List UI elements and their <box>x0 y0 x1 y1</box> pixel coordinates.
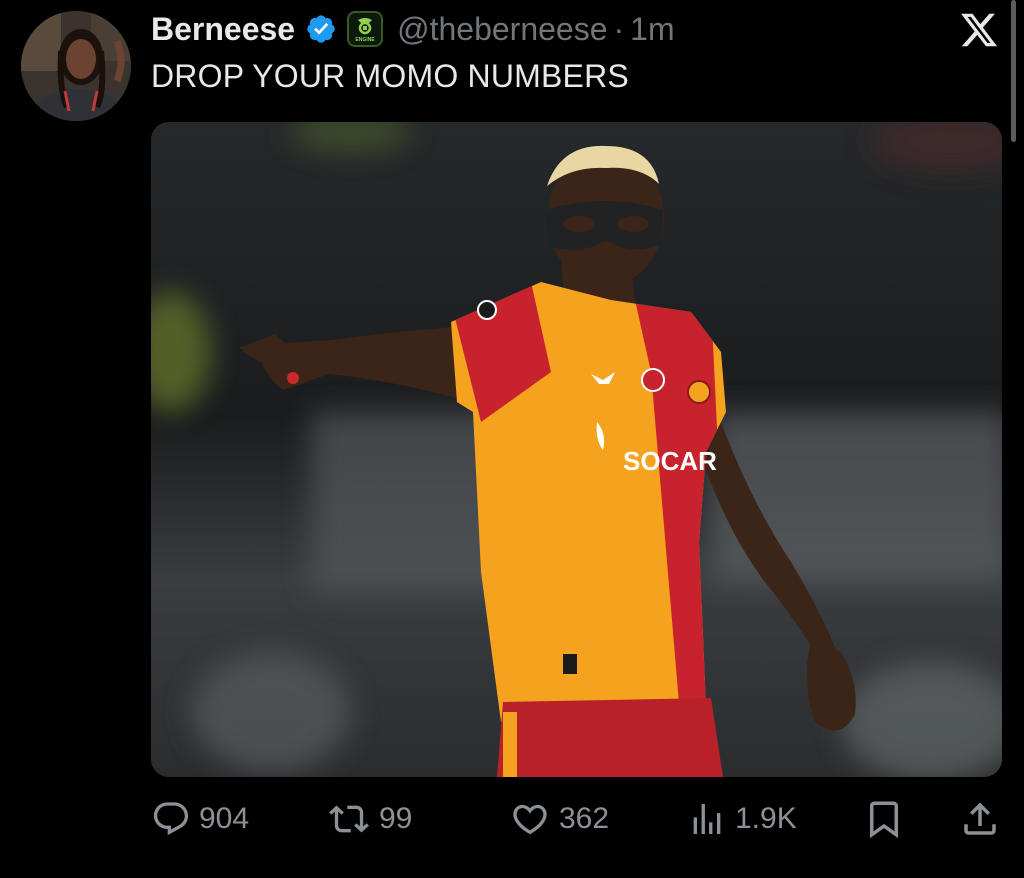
separator-dot: · <box>613 10 625 47</box>
tweet-media[interactable]: SOCAR <box>151 122 1002 777</box>
avatar-image <box>21 11 131 121</box>
handle[interactable]: @theberneese <box>397 11 607 48</box>
x-logo-icon[interactable] <box>958 10 1000 50</box>
reply-button[interactable]: 904 <box>151 796 249 842</box>
like-button[interactable]: 362 <box>509 796 609 842</box>
avatar[interactable] <box>21 11 131 121</box>
tweet-header: Berneese ENGINE @theberneese · 1m <box>151 8 675 50</box>
reply-icon <box>153 802 189 836</box>
verified-badge-icon <box>307 15 335 43</box>
share-icon <box>964 802 996 835</box>
bookmark-button[interactable] <box>863 796 905 842</box>
repost-count: 99 <box>379 802 413 835</box>
repost-icon <box>329 805 369 833</box>
affiliate-badge-icon[interactable]: ENGINE <box>347 11 384 47</box>
repost-button[interactable]: 99 <box>327 796 412 842</box>
timestamp[interactable]: 1m <box>630 11 674 48</box>
player-photo: SOCAR <box>151 122 1002 777</box>
affiliate-badge-text: ENGINE <box>356 37 376 43</box>
views-button[interactable]: 1.9K <box>687 796 797 842</box>
scrollbar[interactable] <box>1011 0 1016 142</box>
heart-icon <box>513 804 547 835</box>
reply-count: 904 <box>199 802 250 835</box>
views-count: 1.9K <box>735 802 797 835</box>
like-count: 362 <box>559 802 610 835</box>
display-name[interactable]: Berneese <box>151 11 295 48</box>
views-bar-icon <box>693 804 721 834</box>
jersey-sponsor-text: SOCAR <box>623 446 717 476</box>
bookmark-icon <box>870 801 898 839</box>
share-button[interactable] <box>959 796 1001 842</box>
tweet-text: DROP YOUR MOMO NUMBERS <box>151 58 629 94</box>
action-bar: 904 99 362 1.9K <box>151 796 1002 842</box>
